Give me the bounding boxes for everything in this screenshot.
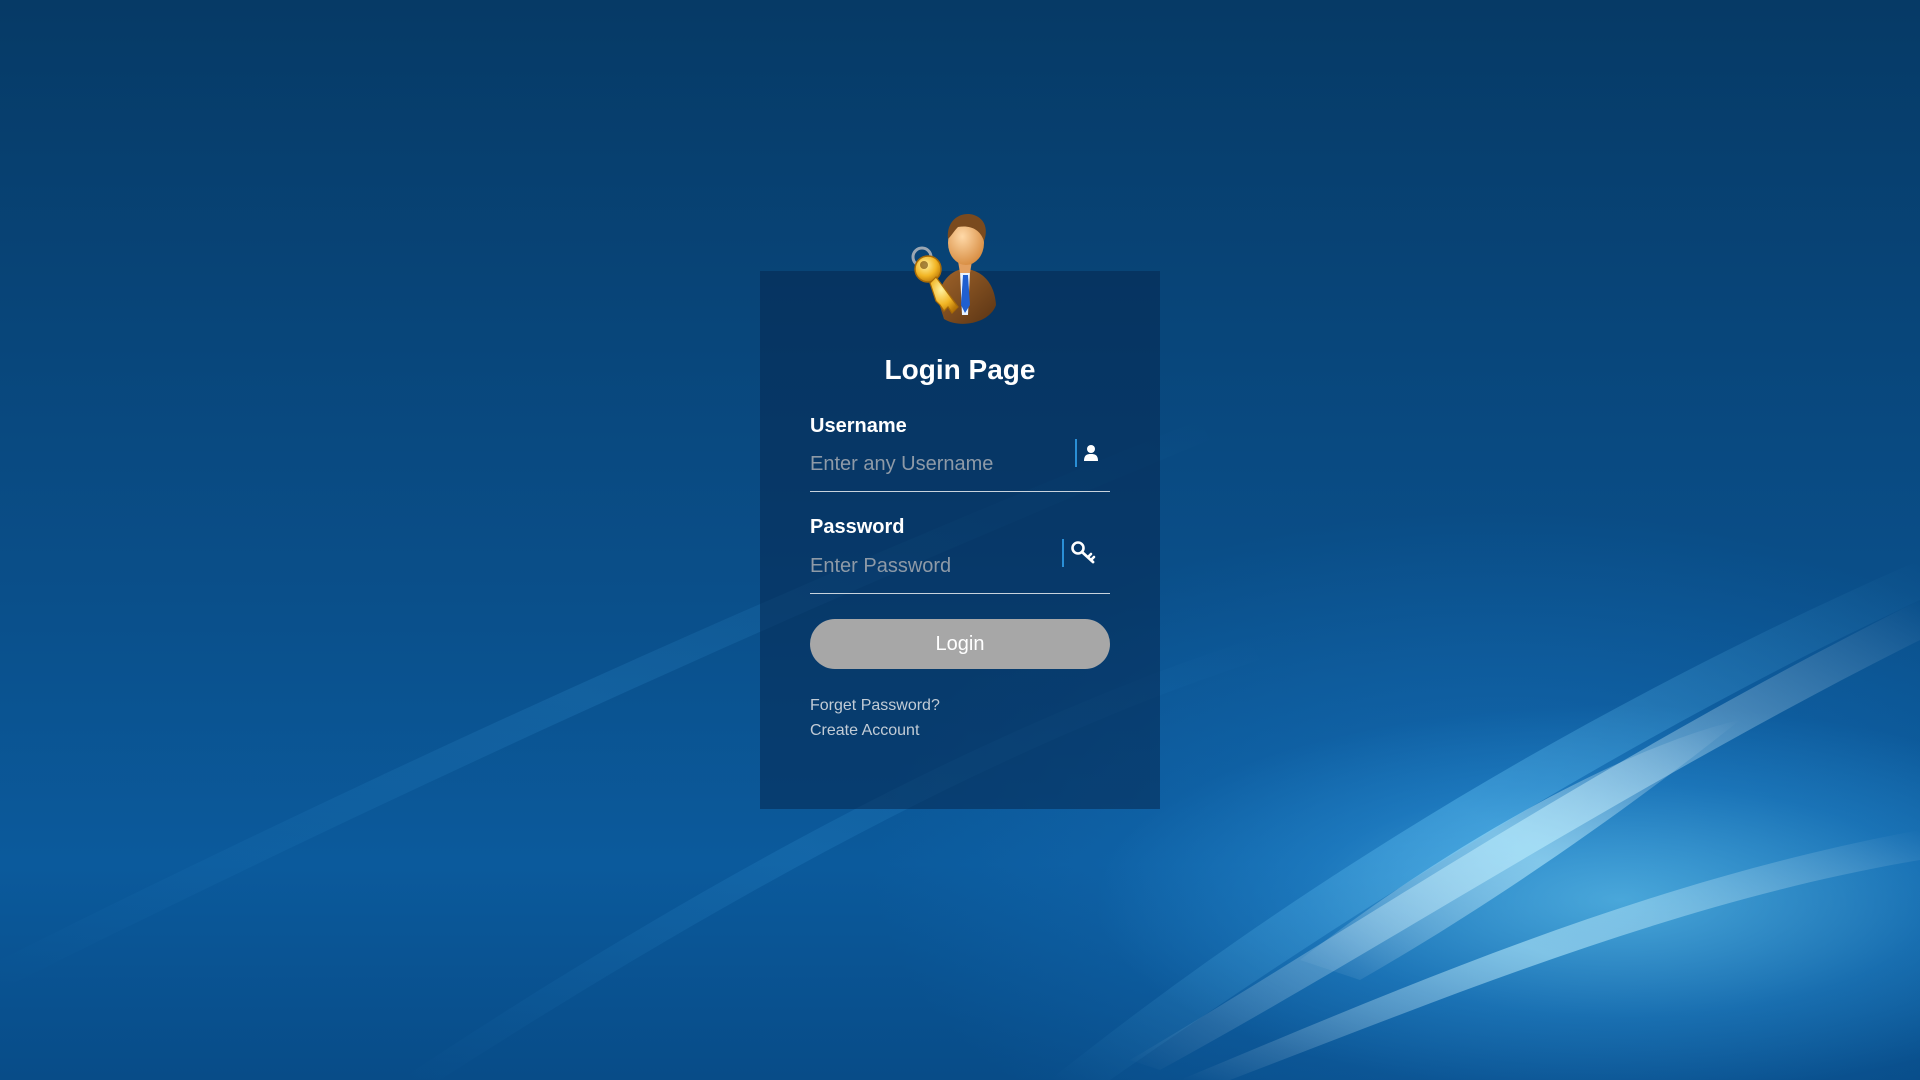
text-cursor-bar: [1062, 539, 1064, 567]
login-button[interactable]: Login: [810, 619, 1110, 669]
key-icon: [1071, 541, 1096, 564]
username-input[interactable]: [810, 444, 1060, 484]
businessman-with-key-icon: [911, 214, 996, 324]
username-underline: [810, 491, 1110, 492]
password-label: Password: [810, 516, 905, 538]
page-title: Login Page: [884, 354, 1036, 385]
login-screen: Login Page Username Password Login Forge…: [0, 0, 1920, 1080]
password-input[interactable]: [810, 546, 1060, 586]
password-underline: [810, 593, 1110, 594]
create-account-link[interactable]: Create Account: [810, 722, 919, 740]
username-label: Username: [810, 415, 907, 437]
forgot-password-link[interactable]: Forget Password?: [810, 697, 940, 715]
password-icon-group: [1062, 538, 1096, 568]
user-icon: [1084, 445, 1098, 461]
text-cursor-bar: [1075, 439, 1077, 467]
username-icon-group: [1075, 438, 1099, 468]
